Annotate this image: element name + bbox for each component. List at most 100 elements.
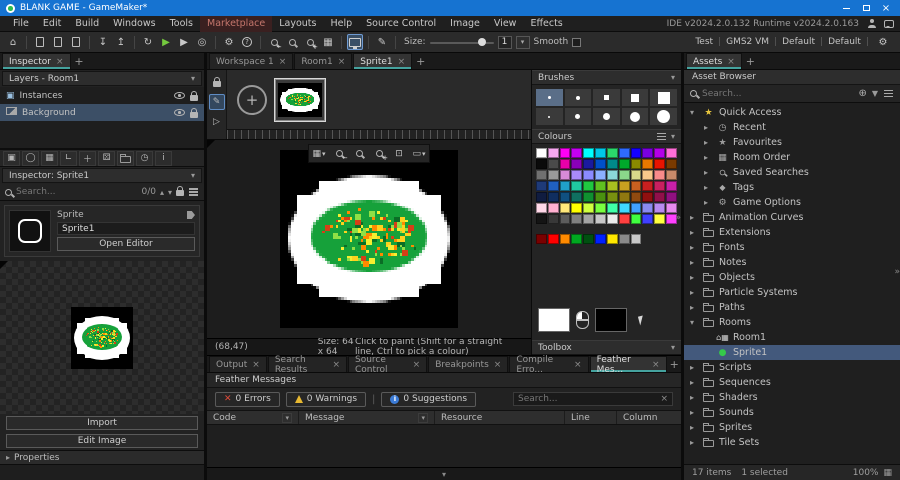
paint-mode-button[interactable]: ✎ [208, 94, 225, 110]
menu-item[interactable]: Help [323, 16, 359, 32]
paint-canvas-area[interactable]: ▦ ▾ − + ⊡ ▭ ▾ [207, 140, 531, 338]
palette-swatch[interactable] [547, 148, 559, 158]
palette-swatch[interactable] [630, 181, 642, 191]
brush-size-value[interactable]: 1 [497, 35, 512, 49]
run-button[interactable]: ▶ [158, 34, 174, 50]
palette-swatch[interactable] [606, 170, 618, 180]
smooth-checkbox[interactable] [572, 37, 582, 47]
output-tab[interactable]: Search Results × [267, 355, 347, 375]
recent-swatch[interactable] [595, 234, 606, 244]
palette-swatch[interactable] [642, 148, 654, 158]
refresh-button[interactable]: ↻ [140, 34, 156, 50]
output-tab[interactable]: Breakpoints × [428, 356, 509, 372]
palette-swatch[interactable] [536, 181, 547, 191]
tree-twisty-icon[interactable] [690, 378, 698, 387]
add-path-layer-button[interactable]: ∟ [60, 150, 77, 166]
palette-swatch[interactable] [559, 170, 571, 180]
document-tab[interactable]: Sprite1 × [353, 53, 413, 69]
add-tile-layer-button[interactable]: ▦ [41, 150, 58, 166]
stop-target-button[interactable]: ◎ [194, 34, 210, 50]
close-tab-icon[interactable]: × [56, 57, 64, 67]
brush-option[interactable] [621, 89, 649, 106]
palette-swatch[interactable] [571, 181, 583, 191]
recent-swatch[interactable] [547, 234, 559, 244]
tree-twisty-icon[interactable] [704, 123, 712, 132]
palette-swatch[interactable] [583, 203, 595, 213]
column-header[interactable]: Column ▾ [617, 411, 681, 424]
brush-option[interactable] [536, 108, 563, 125]
brushes-header[interactable]: Brushes ▾ [532, 70, 681, 85]
tree-item[interactable]: Favourites [684, 135, 900, 150]
palette-swatch[interactable] [666, 181, 677, 191]
tree-item[interactable]: Room1 [684, 330, 900, 345]
pin-inspector-icon[interactable] [176, 186, 184, 196]
sprite-name-field[interactable]: Sprite1 [57, 222, 195, 235]
tree-item[interactable]: Extensions [684, 225, 900, 240]
tree-item[interactable]: Objects [684, 270, 900, 285]
column-filter-icon[interactable]: ▾ [282, 412, 292, 423]
colours-menu-icon[interactable] [656, 135, 666, 138]
canvas-zoom-in-button[interactable]: + [370, 146, 388, 162]
palette-swatch[interactable] [642, 214, 654, 224]
export-button[interactable]: ↥ [113, 34, 129, 50]
slider-thumb[interactable] [478, 38, 487, 46]
close-tab-icon[interactable]: × [279, 57, 287, 67]
palette-swatch[interactable] [618, 170, 630, 180]
tree-item[interactable]: Recent [684, 120, 900, 135]
palette-swatch[interactable] [536, 148, 547, 158]
add-frame-button[interactable]: + [237, 84, 267, 115]
palette-swatch[interactable] [666, 148, 677, 158]
recent-swatch[interactable] [536, 234, 547, 244]
add-background-layer-button[interactable]: ＋ [79, 150, 96, 166]
palette-swatch[interactable] [571, 148, 583, 158]
menu-item[interactable]: Marketplace [200, 15, 273, 32]
inspector-target-dropdown[interactable]: Inspector: Sprite1 ▾ [2, 168, 202, 183]
layer-info-button[interactable]: i [155, 150, 172, 166]
save-project-button[interactable] [68, 34, 84, 50]
tree-twisty-icon[interactable] [690, 273, 698, 282]
palette-swatch[interactable] [595, 214, 606, 224]
feather-search-input[interactable] [518, 394, 657, 404]
palette-swatch[interactable] [583, 192, 595, 202]
palette-swatch[interactable] [654, 181, 666, 191]
close-tab-icon[interactable]: × [338, 57, 346, 67]
tree-twisty-icon[interactable] [704, 198, 712, 207]
palette-swatch[interactable] [666, 192, 677, 202]
brush-size-slider[interactable] [429, 37, 494, 47]
tree-twisty-icon[interactable] [690, 258, 698, 267]
minimize-button[interactable] [836, 0, 856, 16]
palette-swatch[interactable] [583, 148, 595, 158]
palette-swatch[interactable] [547, 214, 559, 224]
tab-assets[interactable]: Assets × [686, 53, 742, 69]
tree-twisty-icon[interactable] [690, 288, 698, 297]
search-next-button[interactable]: ▾ [168, 188, 172, 197]
palette-swatch[interactable] [536, 159, 547, 169]
view-mode-icon[interactable]: ▦ [883, 468, 892, 478]
errors-filter-button[interactable]: ✕ 0 Errors [215, 391, 280, 407]
tree-twisty-icon[interactable] [704, 138, 712, 147]
palette-swatch[interactable] [559, 214, 571, 224]
frame-timeline-ruler[interactable] [227, 129, 531, 139]
tree-item[interactable]: Particle Systems [684, 285, 900, 300]
palette-swatch[interactable] [559, 148, 571, 158]
recent-swatch[interactable] [583, 234, 595, 244]
recent-swatch[interactable] [630, 234, 642, 244]
left-click-colour[interactable] [538, 308, 570, 332]
canvas-frame-button[interactable]: ▭ ▾ [410, 146, 428, 161]
zoom-reset-button[interactable] [284, 34, 300, 50]
output-tab[interactable]: Source Control × [347, 355, 428, 375]
add-folder-button[interactable] [117, 150, 134, 166]
palette-swatch[interactable] [630, 170, 642, 180]
menu-item[interactable]: Source Control [359, 16, 443, 32]
close-tab-icon[interactable]: × [252, 360, 260, 370]
canvas-zoom-out-button[interactable]: − [330, 146, 348, 162]
help-button[interactable]: ? [239, 34, 255, 50]
palette-swatch[interactable] [606, 159, 618, 169]
close-tab-icon[interactable]: × [574, 360, 582, 370]
palette-swatch[interactable] [618, 203, 630, 213]
recent-swatch[interactable] [618, 234, 630, 244]
menu-item[interactable]: Image [443, 16, 487, 32]
tree-item[interactable]: Saved Searches [684, 165, 900, 180]
add-tab-button[interactable]: + [668, 357, 681, 372]
add-instance-layer-button[interactable]: ▣ [3, 150, 20, 166]
